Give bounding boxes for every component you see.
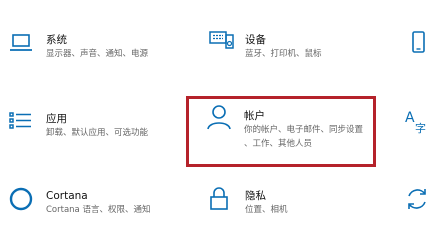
- privacy-tile[interactable]: 隐私 位置、相机: [200, 180, 360, 230]
- phone-icon: [403, 29, 433, 59]
- language-icon: A字: [402, 107, 432, 137]
- cortana-title: Cortana: [46, 190, 88, 202]
- system-tile[interactable]: 系统 显示器、声音、通知、电源: [0, 24, 175, 74]
- system-description: 显示器、声音、通知、电源: [46, 49, 149, 59]
- svg-text:字: 字: [415, 121, 426, 135]
- lock-icon: [204, 184, 234, 214]
- privacy-title: 隐私: [245, 190, 266, 202]
- privacy-description: 位置、相机: [245, 205, 288, 215]
- devices-tile[interactable]: 设备 蓝牙、打印机、鼠标: [200, 24, 360, 74]
- refresh-icon: [402, 184, 432, 214]
- time-language-tile[interactable]: A字: [400, 103, 438, 153]
- apps-list-icon: [6, 107, 36, 137]
- cortana-icon: [6, 184, 36, 214]
- cortana-description: Cortana 语言、权限、通知: [46, 205, 151, 215]
- phone-tile[interactable]: [400, 24, 438, 74]
- devices-title: 设备: [245, 34, 266, 46]
- cortana-tile[interactable]: Cortana Cortana 语言、权限、通知: [0, 180, 175, 230]
- highlight-box: [186, 96, 376, 167]
- system-title: 系统: [46, 34, 67, 46]
- devices-description: 蓝牙、打印机、鼠标: [245, 49, 322, 59]
- keyboard-speaker-icon: [206, 26, 236, 56]
- svg-text:A: A: [405, 110, 415, 126]
- update-tile[interactable]: [400, 180, 438, 230]
- laptop-icon: [6, 28, 36, 58]
- apps-description: 卸载、默认应用、可选功能: [46, 128, 149, 138]
- apps-title: 应用: [46, 113, 67, 125]
- apps-tile[interactable]: 应用 卸载、默认应用、可选功能: [0, 103, 175, 153]
